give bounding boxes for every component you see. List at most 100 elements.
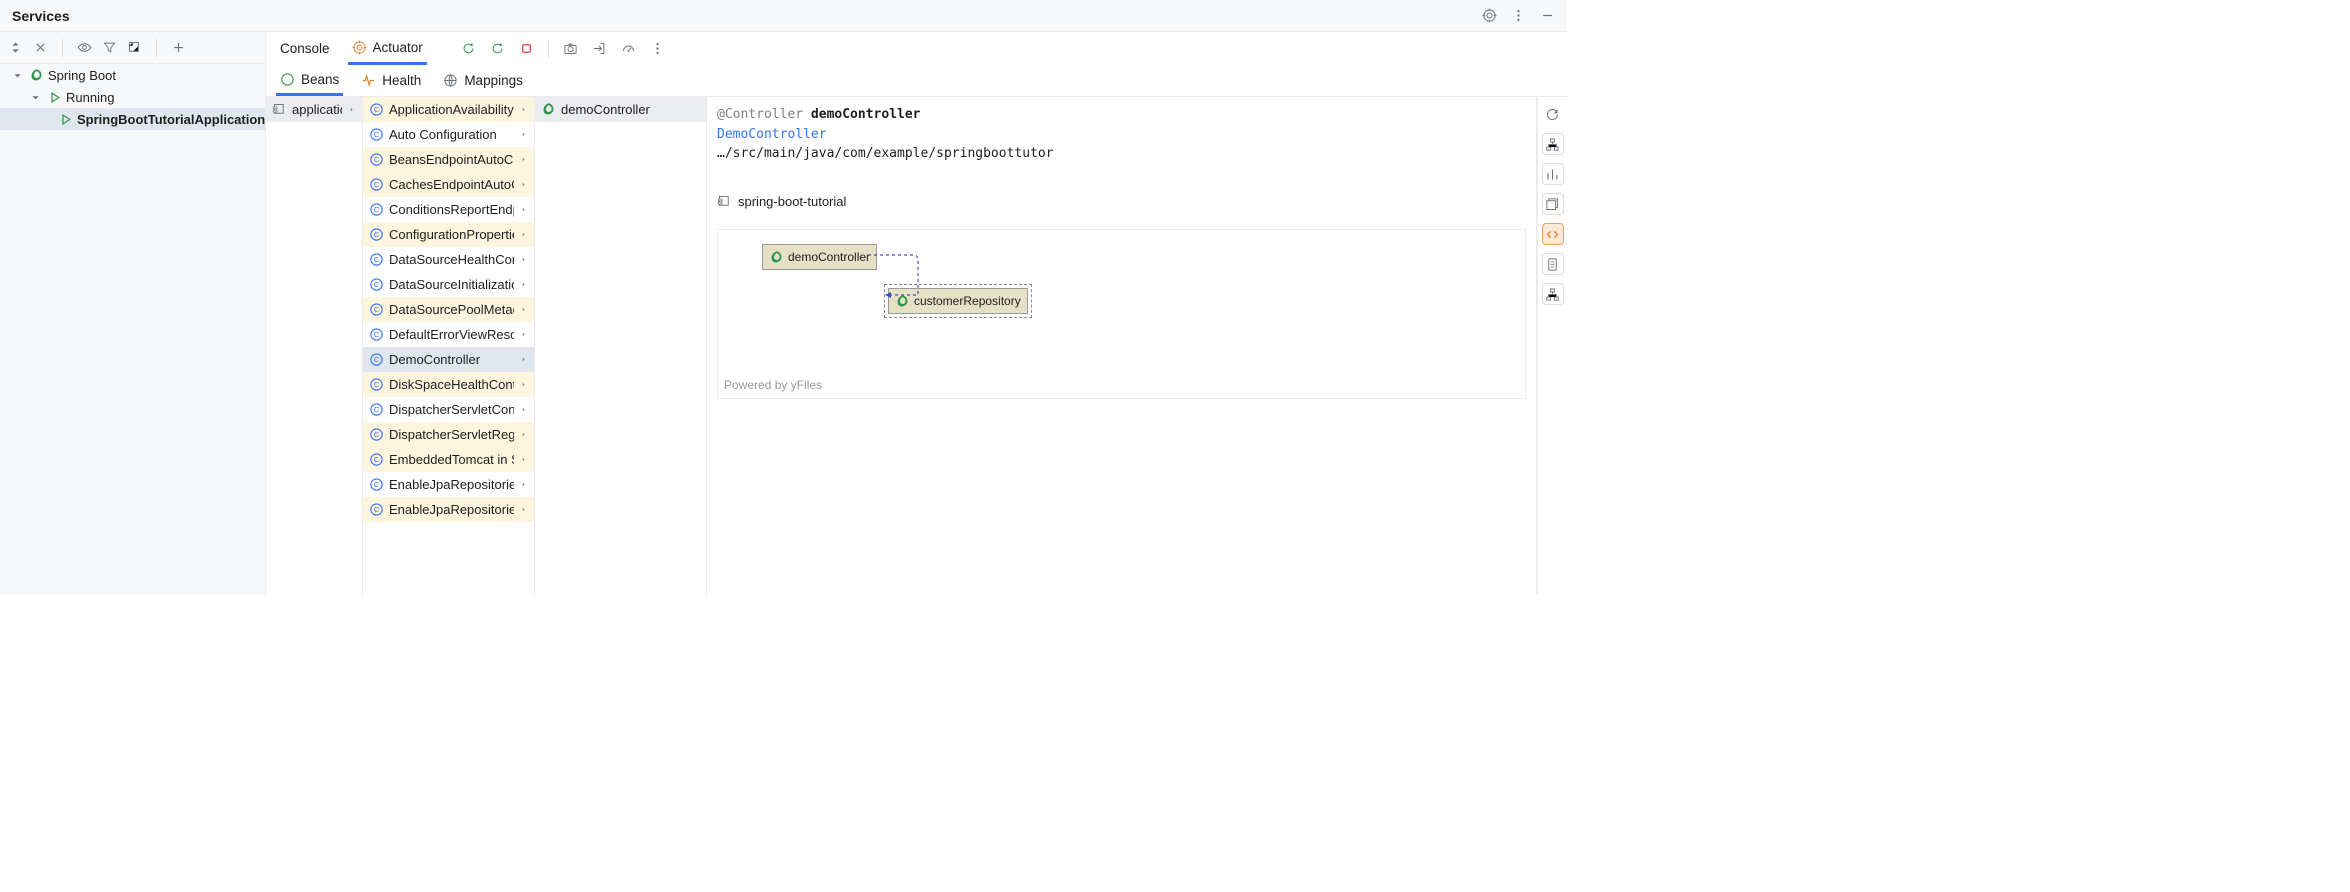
copy-button[interactable] — [1542, 193, 1564, 215]
tree-node-running[interactable]: Running — [0, 86, 265, 108]
chevron-right-icon — [519, 427, 528, 442]
show-icon[interactable] — [77, 40, 92, 55]
tab-label: Beans — [301, 72, 339, 87]
bean-list-item[interactable]: DispatcherServletRegistra — [363, 422, 534, 447]
application-header[interactable]: application — [266, 97, 362, 122]
node-label: demoController — [788, 248, 870, 266]
bean-list-item[interactable]: DemoController — [363, 347, 534, 372]
bean-list-item[interactable]: Auto Configuration — [363, 122, 534, 147]
refresh-button[interactable] — [1542, 103, 1564, 125]
more-icon[interactable] — [650, 41, 665, 56]
minimize-icon[interactable] — [1540, 8, 1555, 23]
expand-collapse-icon[interactable] — [8, 40, 23, 55]
open-new-icon[interactable] — [127, 40, 142, 55]
app-name: SpringBootTutorialApplication — [77, 112, 265, 127]
bean-name: EnableJpaRepositoriesCo — [389, 477, 514, 492]
bean-list-item[interactable]: CachesEndpointAutoCon — [363, 172, 534, 197]
diagram-node-repository[interactable]: customerRepository — [888, 288, 1028, 314]
services-tree-panel: Spring Boot Running SpringBootTutorialAp… — [0, 32, 266, 595]
dependency-diagram[interactable]: demoController customerRepository Powere… — [717, 229, 1526, 399]
spring-bean-icon — [769, 250, 784, 265]
stop-icon[interactable] — [519, 41, 534, 56]
chevron-right-icon — [347, 102, 356, 117]
doc-button[interactable] — [1542, 253, 1564, 275]
target-icon[interactable] — [1482, 8, 1497, 23]
tab-health[interactable]: Health — [357, 65, 425, 96]
tree-nav-button[interactable] — [1542, 133, 1564, 155]
tab-label: Health — [382, 73, 421, 88]
gauge-icon[interactable] — [621, 41, 636, 56]
rerun-alt-icon[interactable] — [490, 41, 505, 56]
bean-list-item[interactable]: ConfigurationPropertiesR — [363, 222, 534, 247]
left-toolbar — [0, 32, 265, 64]
bean-detail-pane: @Controller demoController DemoControlle… — [707, 97, 1536, 407]
chevron-right-icon — [519, 477, 528, 492]
bean-list-item[interactable]: BeansEndpointAutoConfi — [363, 147, 534, 172]
close-icon[interactable] — [33, 40, 48, 55]
class-icon — [369, 327, 384, 342]
bean-list-item[interactable]: DiskSpaceHealthContribu — [363, 372, 534, 397]
chevron-right-icon — [519, 327, 528, 342]
bean-list-item[interactable]: DataSourceInitializationC — [363, 272, 534, 297]
module-name: spring-boot-tutorial — [738, 192, 846, 212]
beans-content: application ApplicationAvailabilityAutAu… — [266, 97, 1567, 595]
bean-list-item[interactable]: ApplicationAvailabilityAut — [363, 97, 534, 122]
right-panel: Console Actuator Beans Health — [266, 32, 1567, 595]
globe-icon — [443, 73, 458, 88]
bean-list-item[interactable]: DataSourcePoolMetadata — [363, 297, 534, 322]
title-bar: Services — [0, 0, 1567, 32]
more-icon[interactable] — [1511, 8, 1526, 23]
class-icon — [369, 227, 384, 242]
tree-node-app[interactable]: SpringBootTutorialApplication :80 — [0, 108, 265, 130]
diagram-node-controller[interactable]: demoController — [762, 244, 877, 270]
code-button[interactable] — [1542, 223, 1564, 245]
tab-actuator[interactable]: Actuator — [348, 32, 427, 65]
bean-name: EmbeddedTomcat in Serv — [389, 452, 514, 467]
chart-button[interactable] — [1542, 163, 1564, 185]
beans-list-column[interactable]: ApplicationAvailabilityAutAuto Configura… — [363, 97, 535, 595]
chevron-right-icon — [519, 277, 528, 292]
filter-icon[interactable] — [102, 40, 117, 55]
spring-bean-icon — [541, 102, 556, 117]
side-toolbar — [1537, 97, 1567, 595]
chevron-right-icon — [519, 402, 528, 417]
actuator-icon — [352, 40, 367, 55]
bean-instance-row[interactable]: demoController — [535, 97, 706, 122]
add-icon[interactable] — [171, 40, 186, 55]
rerun-icon[interactable] — [461, 41, 476, 56]
bean-list-item[interactable]: EnableJpaRepositoriesCo — [363, 472, 534, 497]
bean-list-item[interactable]: DispatcherServletConfigu — [363, 397, 534, 422]
bean-instance-label: demoController — [561, 102, 700, 117]
chevron-right-icon — [519, 152, 528, 167]
bean-name: DemoController — [389, 352, 514, 367]
bean-list-item[interactable]: ConditionsReportEndpoin — [363, 197, 534, 222]
bean-class-link[interactable]: DemoController — [717, 127, 827, 142]
tree-node-spring-boot[interactable]: Spring Boot — [0, 64, 265, 86]
tab-mappings[interactable]: Mappings — [439, 65, 527, 96]
bean-list-item[interactable]: EnableJpaRepositoriesCo — [363, 497, 534, 522]
chevron-down-icon — [28, 90, 43, 105]
application-column: application — [266, 97, 363, 595]
chevron-right-icon — [519, 502, 528, 517]
camera-icon[interactable] — [563, 41, 578, 56]
exit-icon[interactable] — [592, 41, 607, 56]
services-tree[interactable]: Spring Boot Running SpringBootTutorialAp… — [0, 64, 265, 595]
bean-list-item[interactable]: EmbeddedTomcat in Serv — [363, 447, 534, 472]
class-icon — [369, 477, 384, 492]
bean-name: DefaultErrorViewResolver — [389, 327, 514, 342]
module-icon — [717, 194, 732, 209]
bean-list-item[interactable]: DefaultErrorViewResolver — [363, 322, 534, 347]
panel-title: Services — [12, 8, 70, 24]
module-icon — [272, 102, 287, 117]
tree-nav2-button[interactable] — [1542, 283, 1564, 305]
chevron-right-icon — [519, 302, 528, 317]
tab-beans[interactable]: Beans — [276, 65, 343, 96]
class-icon — [369, 277, 384, 292]
chevron-right-icon — [519, 227, 528, 242]
bean-name: DispatcherServletRegistra — [389, 427, 514, 442]
tab-console[interactable]: Console — [276, 32, 334, 65]
bean-list-item[interactable]: DataSourceHealthContrib — [363, 247, 534, 272]
beans-icon — [280, 72, 295, 87]
class-icon — [369, 427, 384, 442]
class-icon — [369, 452, 384, 467]
